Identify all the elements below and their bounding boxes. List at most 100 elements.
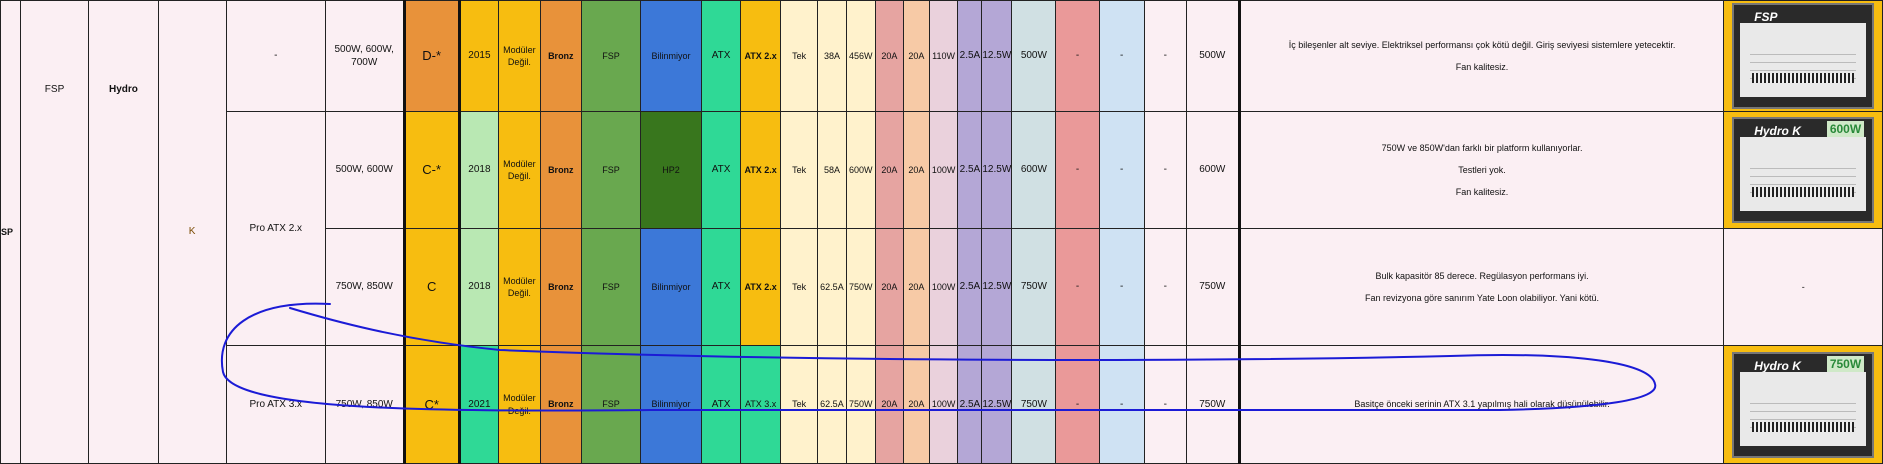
grade-cell: C-* bbox=[402, 111, 461, 229]
psu-photo[interactable]: Hydro K 750W bbox=[1732, 351, 1875, 458]
c2-cell: - bbox=[1098, 228, 1145, 346]
amps-5vsb-cell: 2.5A bbox=[957, 345, 983, 464]
platform-cell: Bilinmiyor bbox=[640, 0, 703, 112]
watts-minor-cell: 100W bbox=[928, 228, 959, 346]
notes-cell: Bulk kapasitör 85 derece. Regülasyon per… bbox=[1237, 228, 1725, 346]
note-text: Testleri yok. bbox=[1458, 164, 1506, 175]
sub-series-cell: Pro ATX 2.x bbox=[225, 111, 326, 346]
photo-cell: Hydro K 750W bbox=[1723, 345, 1883, 464]
form-cell: ATX bbox=[701, 345, 742, 464]
photo-cell: - bbox=[1723, 228, 1883, 346]
amps-5vsb-cell: 2.5A bbox=[957, 0, 983, 112]
note-text: Fan revizyona göre sanırım Yate Loon ola… bbox=[1365, 293, 1600, 303]
note-text: Basitçe önceki serinin ATX 3.1 yapılmış … bbox=[1354, 399, 1610, 410]
manufacturer-cell: FSP bbox=[580, 0, 642, 112]
efficiency-cell: Bronz bbox=[539, 228, 582, 346]
watts-minor-cell: 110W bbox=[928, 0, 959, 112]
modularity-cell: Modüler Değil. bbox=[498, 345, 541, 464]
platform-cell: Bilinmiyor bbox=[640, 345, 703, 464]
c2-cell: - bbox=[1098, 0, 1145, 112]
amps-12v-cell: 38A bbox=[817, 0, 847, 112]
watts-12v-cell: 456W bbox=[845, 0, 876, 112]
note-text: İç bileşenler alt seviye. Elektriksel pe… bbox=[1288, 39, 1676, 50]
efficiency-cell: Bronz bbox=[539, 111, 582, 229]
efficiency-cell: Bronz bbox=[539, 0, 582, 112]
platform-cell: Bilinmiyor bbox=[640, 228, 703, 346]
rail-cell: Tek bbox=[780, 345, 819, 464]
photo-cell: FSP bbox=[1723, 0, 1883, 112]
watts-minor-cell: 100W bbox=[928, 345, 959, 464]
sub-series-cell: Pro ATX 3.x bbox=[225, 345, 326, 464]
tier-cell: K bbox=[157, 0, 227, 464]
tested-cell: 750W bbox=[1185, 228, 1240, 346]
grade-cell: C bbox=[402, 228, 461, 346]
series-cell: Hydro bbox=[88, 0, 159, 464]
amps-3v3-cell: 20A bbox=[874, 111, 905, 229]
amps-5v-cell: 20A bbox=[903, 111, 930, 229]
psu-watt-text: 600W bbox=[1826, 121, 1865, 138]
notes-cell: İç bileşenler alt seviye. Elektriksel pe… bbox=[1237, 0, 1725, 112]
continuous-cell: 600W bbox=[1011, 111, 1057, 229]
sub-series-cell: - bbox=[225, 0, 326, 112]
psu-watt-text: 750W bbox=[1826, 355, 1865, 372]
note-text: Fan kalitesiz. bbox=[1455, 187, 1509, 198]
form-cell: ATX bbox=[701, 228, 742, 346]
tested-cell: 600W bbox=[1185, 111, 1240, 229]
amps-neg12v-cell: 12.5W bbox=[981, 0, 1013, 112]
wattages-cell: 750W, 850W bbox=[324, 345, 405, 464]
atx-version-cell: ATX 2.x bbox=[740, 0, 782, 112]
psu-photo[interactable]: Hydro K 600W bbox=[1732, 117, 1875, 223]
c1-cell: - bbox=[1055, 111, 1100, 229]
atx-version-cell: ATX 2.x bbox=[740, 111, 782, 229]
amps-5vsb-cell: 2.5A bbox=[957, 228, 983, 346]
c3-cell: - bbox=[1143, 0, 1187, 112]
table-row: SP FSP Hydro K - 500W, 600W, 700W D-* 20… bbox=[0, 0, 1883, 464]
amps-5vsb-cell: 2.5A bbox=[957, 111, 983, 229]
c1-cell: - bbox=[1055, 345, 1100, 464]
c1-cell: - bbox=[1055, 0, 1100, 112]
c2-cell: - bbox=[1098, 345, 1145, 464]
atx-version-cell: ATX 2.x bbox=[740, 228, 782, 346]
c3-cell: - bbox=[1143, 345, 1187, 464]
amps-12v-cell: 58A bbox=[817, 111, 847, 229]
psu-label bbox=[1740, 137, 1867, 211]
continuous-cell: 750W bbox=[1011, 228, 1057, 346]
amps-5v-cell: 20A bbox=[903, 345, 930, 464]
rail-cell: Tek bbox=[780, 111, 819, 229]
notes-cell: Basitçe önceki serinin ATX 3.1 yapılmış … bbox=[1237, 345, 1725, 464]
rail-cell: Tek bbox=[780, 0, 819, 112]
c3-cell: - bbox=[1143, 111, 1187, 229]
c3-cell: - bbox=[1143, 228, 1187, 346]
psu-photo[interactable]: FSP bbox=[1732, 3, 1875, 109]
manufacturer-cell: FSP bbox=[580, 345, 642, 464]
grade-cell: C* bbox=[402, 345, 461, 464]
tested-cell: 750W bbox=[1185, 345, 1240, 464]
watts-12v-cell: 600W bbox=[845, 111, 876, 229]
modularity-cell: Modüler Değil. bbox=[498, 0, 541, 112]
wattages-cell: 750W, 850W bbox=[324, 228, 405, 346]
atx-version-cell: ATX 3.x bbox=[740, 345, 782, 464]
oem-cell: FSP bbox=[19, 0, 90, 464]
amps-neg12v-cell: 12.5W bbox=[981, 111, 1013, 229]
psu-label bbox=[1740, 371, 1867, 446]
amps-3v3-cell: 20A bbox=[874, 0, 905, 112]
year-cell: 2021 bbox=[458, 345, 500, 464]
manufacturer-cell: FSP bbox=[580, 111, 642, 229]
grade-cell: D-* bbox=[402, 0, 461, 112]
efficiency-cell: Bronz bbox=[539, 345, 582, 464]
year-cell: 2018 bbox=[458, 111, 500, 229]
amps-12v-cell: 62.5A bbox=[817, 345, 847, 464]
amps-neg12v-cell: 12.5W bbox=[981, 228, 1013, 346]
table-row: Pro ATX 2.x 500W, 600W C-* 2018 Modüler … bbox=[1, 111, 1883, 346]
watts-minor-cell: 100W bbox=[928, 111, 959, 229]
brand-logo-fragment: SP bbox=[0, 0, 21, 464]
year-cell: 2015 bbox=[458, 0, 500, 112]
watts-12v-cell: 750W bbox=[845, 345, 876, 464]
modularity-cell: Modüler Değil. bbox=[498, 111, 541, 229]
platform-cell: HP2 bbox=[640, 111, 703, 229]
amps-5v-cell: 20A bbox=[903, 228, 930, 346]
watts-12v-cell: 750W bbox=[845, 228, 876, 346]
notes-cell: 750W ve 850W'dan farklı bir platform kul… bbox=[1237, 111, 1725, 229]
form-cell: ATX bbox=[701, 111, 742, 229]
form-cell: ATX bbox=[701, 0, 742, 112]
